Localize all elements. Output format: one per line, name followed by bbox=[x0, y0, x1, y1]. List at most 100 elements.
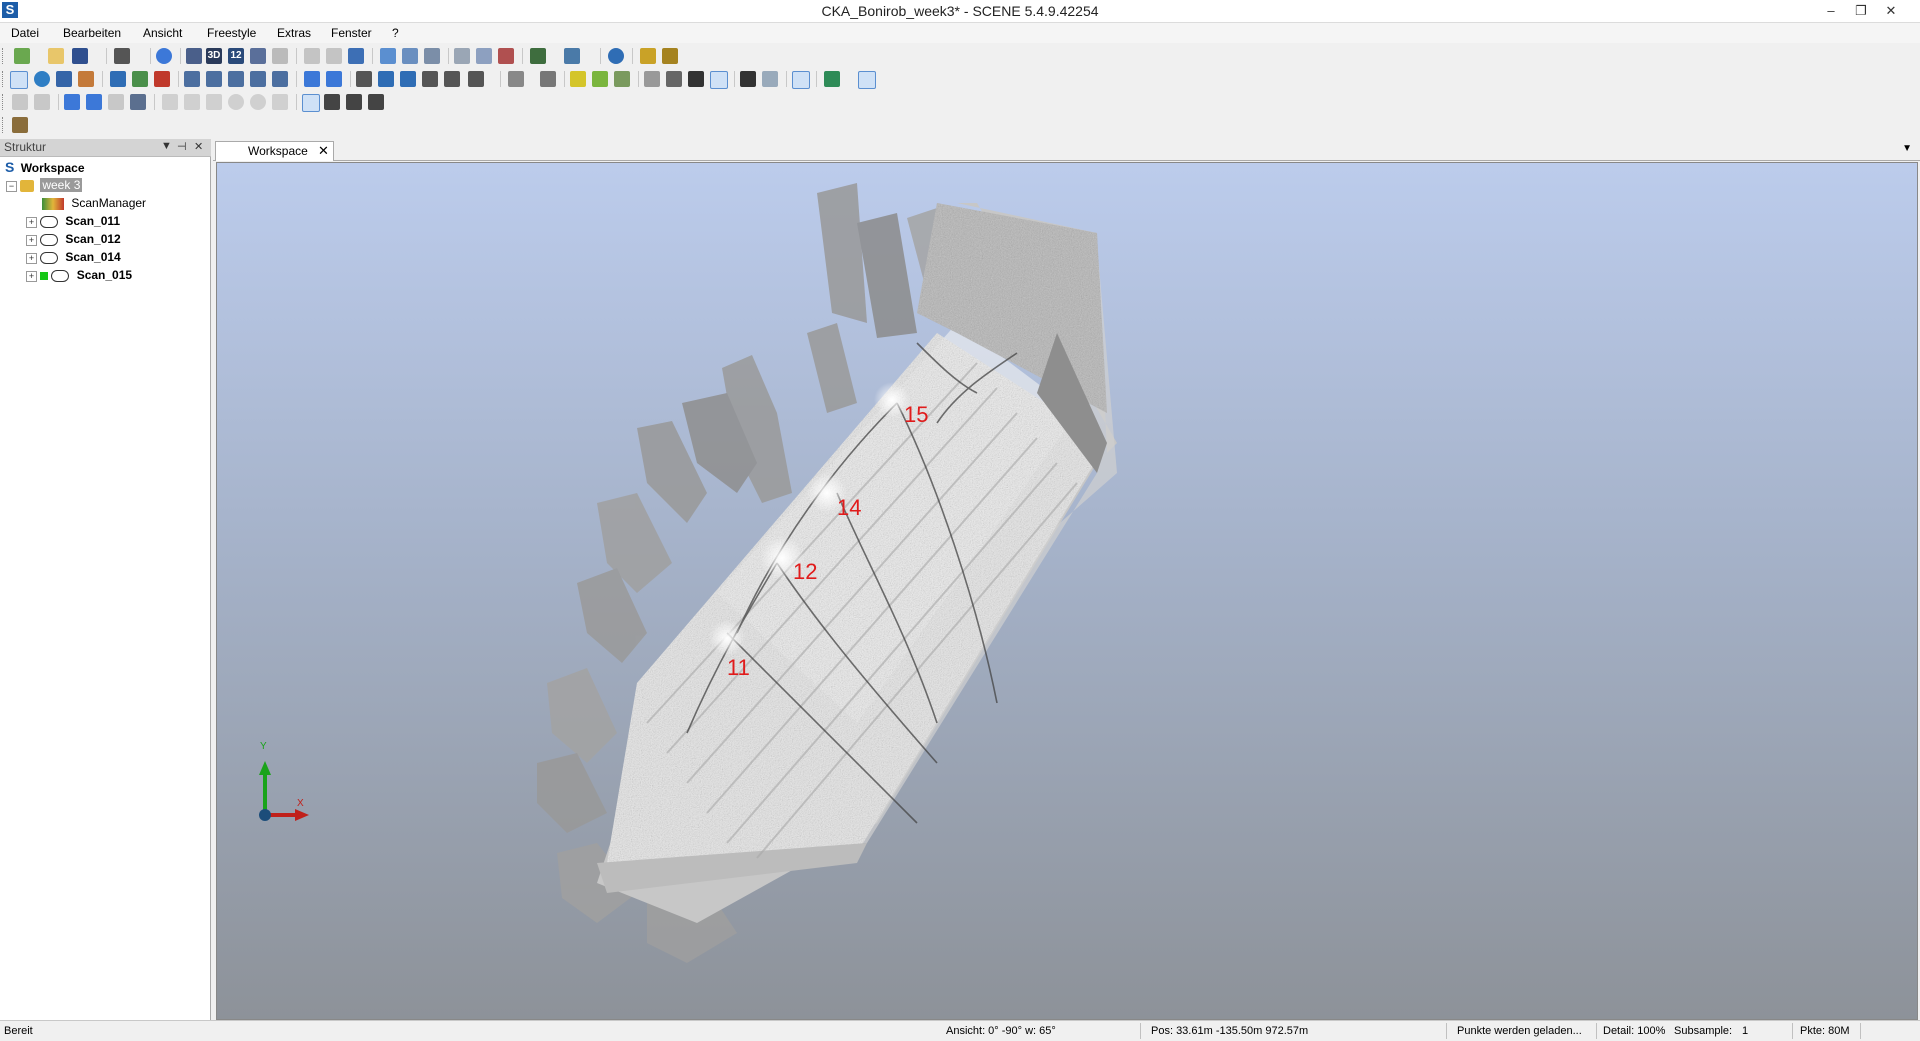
cube-view-icon[interactable] bbox=[250, 71, 266, 87]
expand-toggle[interactable]: + bbox=[26, 235, 37, 246]
register-icon[interactable] bbox=[530, 48, 546, 64]
selection-ellipse-icon[interactable] bbox=[250, 94, 266, 110]
globe-icon[interactable] bbox=[608, 48, 624, 64]
sphere-icon[interactable] bbox=[34, 71, 50, 87]
3d-viewport[interactable]: 15 14 12 11 Y X bbox=[216, 162, 1918, 1020]
restore-button[interactable]: ❐ bbox=[1846, 0, 1876, 22]
measure-icon[interactable] bbox=[662, 48, 678, 64]
selection-poly-icon[interactable] bbox=[206, 94, 222, 110]
new-icon[interactable] bbox=[14, 48, 30, 64]
zoom-icon[interactable] bbox=[304, 71, 320, 87]
expand-toggle[interactable]: + bbox=[26, 253, 37, 264]
tab-list-icon[interactable]: ▼ bbox=[1902, 143, 1912, 154]
menu-help[interactable]: ? bbox=[392, 25, 399, 41]
toolbar-grip[interactable] bbox=[2, 48, 6, 64]
tab-workspace[interactable]: Workspace ✕ bbox=[215, 141, 334, 161]
toolbar-grip[interactable] bbox=[2, 94, 6, 110]
menu-datei[interactable]: Datei bbox=[11, 25, 39, 41]
tab-close-icon[interactable]: ✕ bbox=[318, 143, 329, 159]
cube-view-icon[interactable] bbox=[206, 71, 222, 87]
minimize-button[interactable]: – bbox=[1816, 0, 1846, 22]
cloud-icon[interactable] bbox=[476, 48, 492, 64]
box-icon[interactable] bbox=[824, 71, 840, 87]
panel-menu-icon[interactable]: ▼ bbox=[161, 140, 172, 152]
tool-icon[interactable] bbox=[378, 71, 394, 87]
dropdown-tool-icon[interactable] bbox=[468, 71, 484, 87]
cloud-icon[interactable] bbox=[454, 48, 470, 64]
tree-item-scan-011[interactable]: Scan_011 bbox=[40, 213, 120, 230]
home-icon[interactable] bbox=[250, 48, 266, 64]
display-mode-icon[interactable] bbox=[740, 71, 756, 87]
cube-view-icon[interactable] bbox=[272, 71, 288, 87]
menu-freestyle[interactable]: Freestyle bbox=[207, 25, 256, 41]
select-mode-icon[interactable] bbox=[346, 94, 362, 110]
tree-item-scanmanager[interactable]: ScanManager bbox=[42, 195, 146, 212]
expand-toggle[interactable]: + bbox=[26, 271, 37, 282]
selection-line-icon[interactable] bbox=[184, 94, 200, 110]
point-size-icon[interactable] bbox=[688, 71, 704, 87]
window-icon[interactable] bbox=[424, 48, 440, 64]
save-icon[interactable] bbox=[72, 48, 88, 64]
tree-item-workspace[interactable]: S Workspace bbox=[5, 159, 85, 176]
tree-item-project[interactable]: week 3 bbox=[20, 177, 83, 194]
zoom-fit-icon[interactable] bbox=[326, 71, 342, 87]
import-icon[interactable] bbox=[110, 71, 126, 87]
menu-fenster[interactable]: Fenster bbox=[331, 25, 372, 41]
export-icon[interactable] bbox=[132, 71, 148, 87]
help-icon[interactable] bbox=[156, 48, 172, 64]
tool-icon[interactable] bbox=[356, 71, 372, 87]
select-mode-icon[interactable] bbox=[368, 94, 384, 110]
clip-icon[interactable] bbox=[540, 71, 556, 87]
tree-item-scan-012[interactable]: Scan_012 bbox=[40, 231, 121, 248]
point-size-icon[interactable] bbox=[644, 71, 660, 87]
window-icon[interactable] bbox=[380, 48, 396, 64]
download-icon[interactable] bbox=[348, 48, 364, 64]
selection-circle-icon[interactable] bbox=[228, 94, 244, 110]
marker-icon[interactable] bbox=[592, 71, 608, 87]
view-icon[interactable] bbox=[186, 48, 202, 64]
print-icon[interactable] bbox=[114, 48, 130, 64]
grid-icon[interactable] bbox=[508, 71, 524, 87]
window-icon[interactable] bbox=[402, 48, 418, 64]
walk-icon[interactable] bbox=[78, 71, 94, 87]
open-icon[interactable] bbox=[48, 48, 64, 64]
pick-icon[interactable] bbox=[64, 94, 80, 110]
selection-icon[interactable] bbox=[272, 94, 288, 110]
selection-rect-icon[interactable] bbox=[162, 94, 178, 110]
3d-view-button[interactable]: 3D bbox=[206, 48, 222, 64]
marker-icon[interactable] bbox=[570, 71, 586, 87]
flythrough-icon[interactable] bbox=[56, 71, 72, 87]
toolbar-grip[interactable] bbox=[2, 117, 6, 133]
pick-icon[interactable] bbox=[86, 94, 102, 110]
tree-item-scan-015[interactable]: Scan_015 bbox=[40, 267, 132, 284]
select-mode-selected-icon[interactable] bbox=[302, 94, 320, 112]
register-icon[interactable] bbox=[564, 48, 580, 64]
toolbar-grip[interactable] bbox=[2, 71, 6, 87]
cube-view-icon[interactable] bbox=[184, 71, 200, 87]
display-mode-icon[interactable] bbox=[762, 71, 778, 87]
measure-icon[interactable] bbox=[640, 48, 656, 64]
tool-icon[interactable] bbox=[422, 71, 438, 87]
marker-icon[interactable] bbox=[614, 71, 630, 87]
link-icon[interactable] bbox=[130, 94, 146, 110]
expand-toggle[interactable]: + bbox=[26, 217, 37, 228]
close-window-button[interactable]: ✕ bbox=[1876, 0, 1906, 22]
select-mode-icon[interactable] bbox=[324, 94, 340, 110]
pin-icon[interactable]: ⊣ bbox=[177, 140, 187, 153]
toggle-selected-icon[interactable] bbox=[792, 71, 810, 89]
menu-bearbeiten[interactable]: Bearbeiten bbox=[63, 25, 121, 41]
menu-ansicht[interactable]: Ansicht bbox=[143, 25, 182, 41]
panel-close-icon[interactable]: ✕ bbox=[194, 140, 203, 153]
cube-view-icon[interactable] bbox=[228, 71, 244, 87]
menu-extras[interactable]: Extras bbox=[277, 25, 311, 41]
tool-icon[interactable] bbox=[400, 71, 416, 87]
select-icon[interactable] bbox=[10, 71, 28, 89]
dropdown-tool-icon[interactable] bbox=[12, 117, 28, 133]
cloud-remove-icon[interactable] bbox=[498, 48, 514, 64]
box-selected-icon[interactable] bbox=[858, 71, 876, 89]
collapse-toggle[interactable]: − bbox=[6, 181, 17, 192]
export-red-icon[interactable] bbox=[154, 71, 170, 87]
planar-view-button[interactable]: 12 bbox=[228, 48, 244, 64]
point-size-icon[interactable] bbox=[666, 71, 682, 87]
tool-icon[interactable] bbox=[444, 71, 460, 87]
